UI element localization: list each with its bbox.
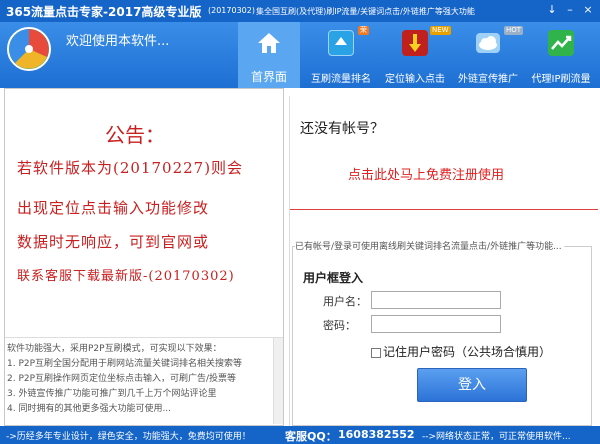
app-logo-icon [7, 27, 51, 71]
window-version: (20170302) [208, 6, 255, 15]
cursor-click-icon [402, 30, 428, 56]
nav-proxy-label: 代理IP刷流量 [531, 74, 591, 85]
cloud-icon [475, 30, 501, 56]
notice-line: 出现定位点击输入功能修改 [17, 199, 210, 217]
nav-promo[interactable]: HOT 外链宣传推广 [454, 22, 524, 88]
feature-item: 1. P2P互刷全国分配用于刷网站流量关键词排名相关搜索等 [7, 359, 243, 369]
divider [290, 209, 598, 210]
nav-click-badge: NEW [430, 26, 451, 35]
features-scrollbar[interactable] [273, 338, 283, 424]
notice-line: 若软件版本为(20170227)则会 [17, 159, 244, 177]
nav-promo-label: 外链宣传推广 [458, 74, 518, 85]
checkbox-icon[interactable] [371, 347, 381, 358]
nav-home[interactable]: 首界面 [238, 22, 300, 88]
notice-line: 数据时无响应，可到官网或 [17, 233, 210, 251]
login-hint: 已有帐号/登录可使用离线刷关键词排名流量点击/外链推广等功能... [295, 239, 564, 252]
feature-item: 2. P2P互刷操作网页定位坐标点击输入，可刷广告/投票等 [7, 374, 237, 384]
nav-rank-badge: 荣 [358, 26, 369, 35]
notice-panel: 公告： 若软件版本为(20170227)则会 出现定位点击输入功能修改 数据时无… [4, 88, 284, 426]
username-input[interactable] [371, 291, 501, 309]
feature-item: 软件功能强大，采用P2P互刷模式，可实现以下效果： [7, 344, 222, 354]
password-input[interactable] [371, 315, 501, 333]
nav-home-label: 首界面 [250, 70, 287, 84]
minimize-button[interactable]: – [562, 2, 578, 18]
account-panel: 还没有帐号？ 点击此处马上免费注册使用 已有帐号/登录可使用离线刷关键词排名流量… [289, 96, 598, 426]
register-link[interactable]: 点击此处马上免费注册使用 [348, 164, 504, 183]
login-title: 用户框登入 [303, 271, 364, 285]
features-list: 软件功能强大，采用P2P互刷模式，可实现以下效果： 1. P2P互刷全国分配用于… [5, 337, 283, 424]
network-status: -->网络状态正常，可正常使用软件... [422, 432, 571, 442]
home-icon [256, 30, 282, 56]
nav-click-label: 定位输入点击 [385, 74, 445, 85]
nav-rank-label: 互刷流量排名 [311, 74, 371, 85]
chart-up-icon [548, 30, 574, 56]
status-bar: ->历经多年专业设计，绿色安全，功能强大，免费均可使用！ 客服QQ： 16083… [0, 426, 600, 444]
window-description: 集全国互刷(及代理)刷IP流量/关键词点击/外链推广等强大功能 [256, 7, 475, 16]
nav-rank[interactable]: 荣 互刷流量排名 [306, 22, 376, 88]
nav-promo-badge: HOT [504, 26, 524, 35]
notice-line: 联系客服下载最新版-(20170302) [17, 269, 235, 284]
window-title: 365流量点击专家-2017高级专业版 [6, 5, 202, 19]
header: 欢迎使用本软件... 首界面 荣 互刷流量排名 NEW 定位输入点击 HOT 外… [0, 22, 600, 88]
login-button[interactable]: 登入 [417, 368, 527, 402]
no-account-heading: 还没有帐号？ [300, 121, 384, 137]
nav-proxy[interactable]: 代理IP刷流量 [528, 22, 594, 88]
remember-label: 记住用户密码（公共场合慎用） [383, 345, 552, 359]
notice-title: 公告： [105, 123, 165, 147]
password-label: 密码： [323, 319, 356, 332]
username-label: 用户名： [323, 295, 367, 308]
title-bar: 365流量点击专家-2017高级专业版 (20170302) 集全国互刷(及代理… [0, 0, 600, 22]
close-button[interactable]: × [580, 2, 596, 18]
feature-item: 3. 外链宣传推广功能可推广到几千上万个网站评论里 [7, 389, 217, 399]
feature-item: 4. 同时拥有的其他更多强大功能可使用... [7, 404, 172, 414]
nav-click[interactable]: NEW 定位输入点击 [382, 22, 451, 88]
welcome-text: 欢迎使用本软件... [66, 34, 170, 49]
rank-up-icon [328, 30, 354, 56]
login-group: 已有帐号/登录可使用离线刷关键词排名流量点击/外链推广等功能... 用户框登入 … [292, 239, 592, 426]
download-icon[interactable]: ↓ [544, 2, 560, 18]
support-qq-number: 1608382552 [338, 428, 415, 441]
support-qq-label: 客服QQ： [285, 430, 337, 443]
status-slogan: ->历经多年专业设计，绿色安全，功能强大，免费均可使用！ [6, 432, 251, 442]
remember-checkbox[interactable]: 记住用户密码（公共场合慎用） [371, 343, 551, 360]
